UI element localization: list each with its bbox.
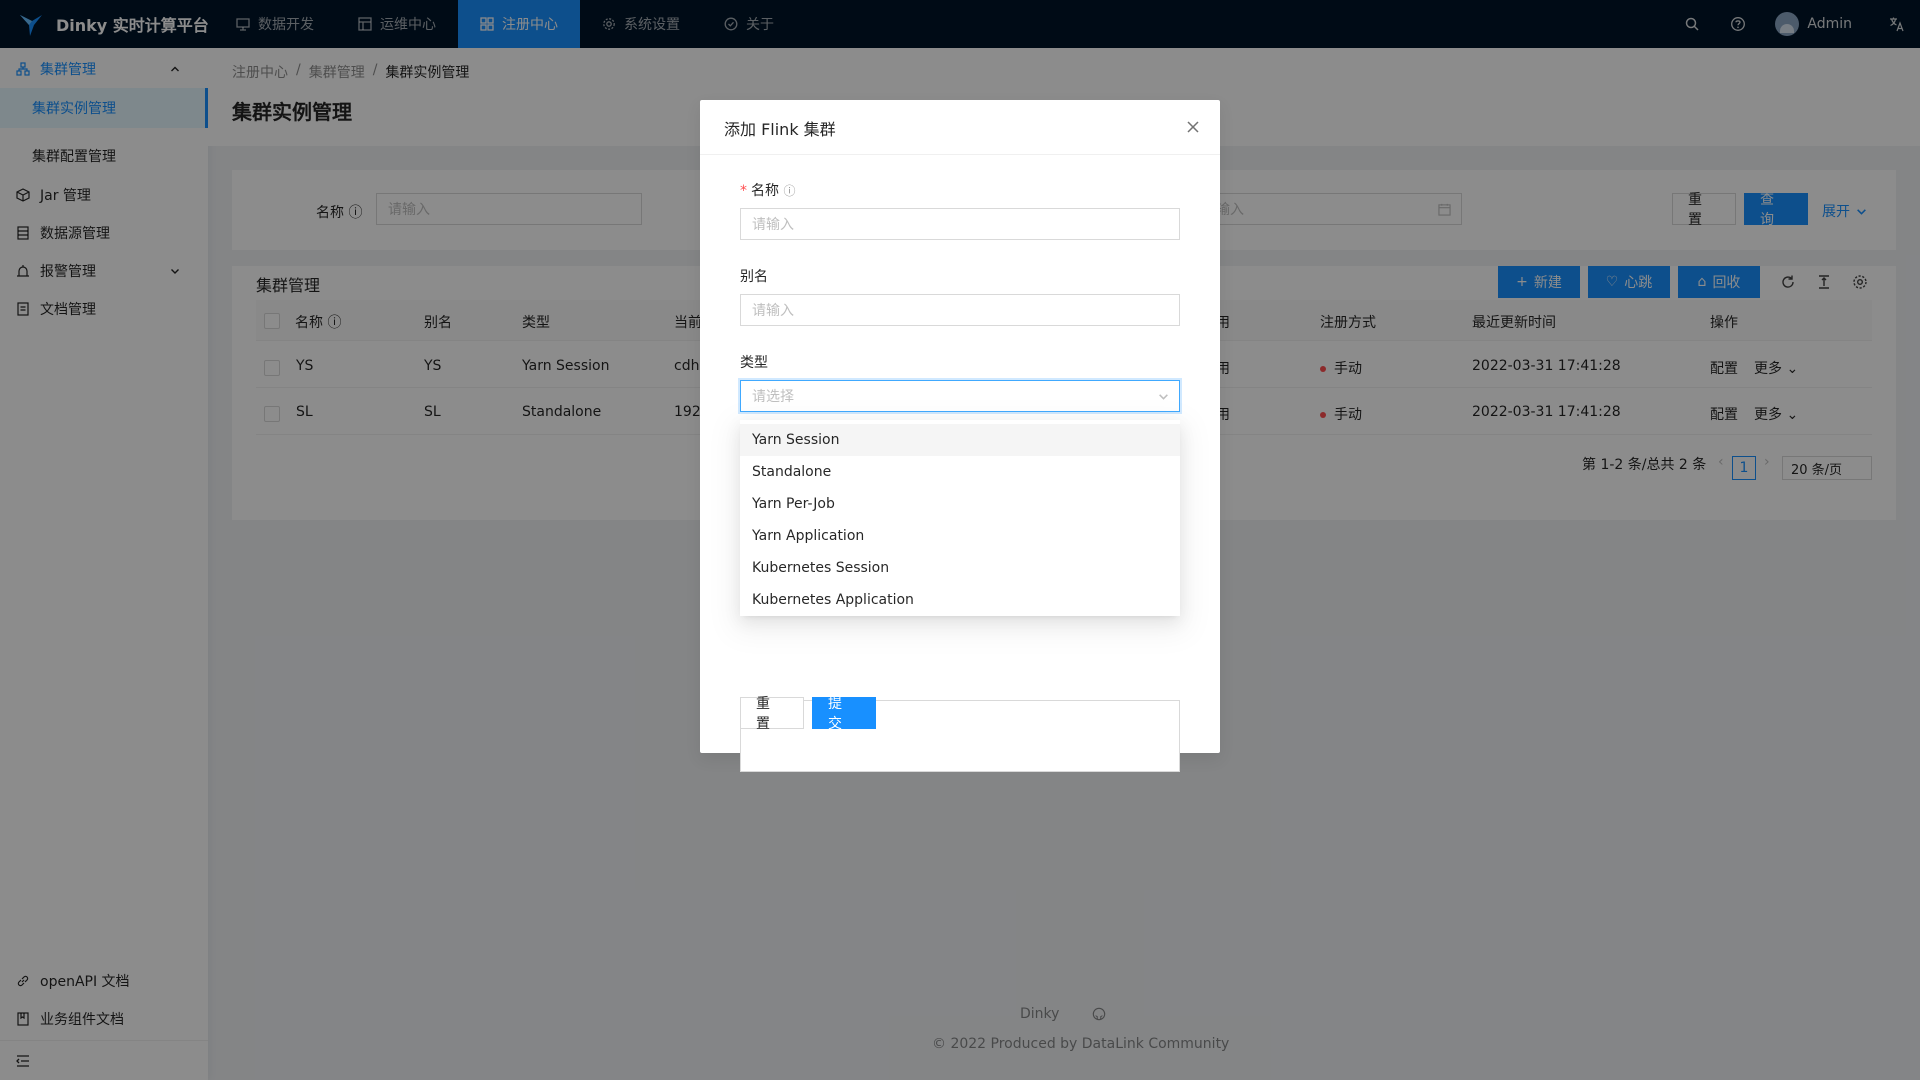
type-field-label: 类型 xyxy=(740,355,768,371)
modal-reset-button[interactable]: 重 置 xyxy=(740,696,804,732)
type-option[interactable]: Kubernetes Application xyxy=(740,584,1180,616)
alias-input[interactable]: 请输入 xyxy=(740,294,1180,326)
type-option[interactable]: Yarn Per-Job xyxy=(740,488,1180,520)
type-option[interactable]: Kubernetes Session xyxy=(740,552,1180,584)
type-select[interactable]: 请选择 xyxy=(740,380,1180,412)
type-option[interactable]: Yarn Session xyxy=(740,424,1180,456)
type-dropdown: Yarn Session Standalone Yarn Per-Job Yar… xyxy=(740,420,1180,616)
name-field-label: * 名称 ⓘ xyxy=(740,183,796,199)
type-option[interactable]: Yarn Application xyxy=(740,520,1180,552)
chevron-down-icon xyxy=(1159,394,1168,400)
modal-submit-button[interactable]: 提 交 xyxy=(812,696,876,732)
type-option[interactable]: Standalone xyxy=(740,456,1180,488)
modal-title: 添加 Flink 集群 xyxy=(724,120,836,139)
modal-header: 添加 Flink 集群 xyxy=(700,100,1220,155)
close-icon[interactable] xyxy=(1184,118,1202,136)
help-icon: ⓘ xyxy=(783,184,796,198)
name-input[interactable]: 请输入 xyxy=(740,208,1180,240)
alias-field-label: 别名 xyxy=(740,269,768,285)
note-textarea[interactable] xyxy=(740,700,1180,772)
